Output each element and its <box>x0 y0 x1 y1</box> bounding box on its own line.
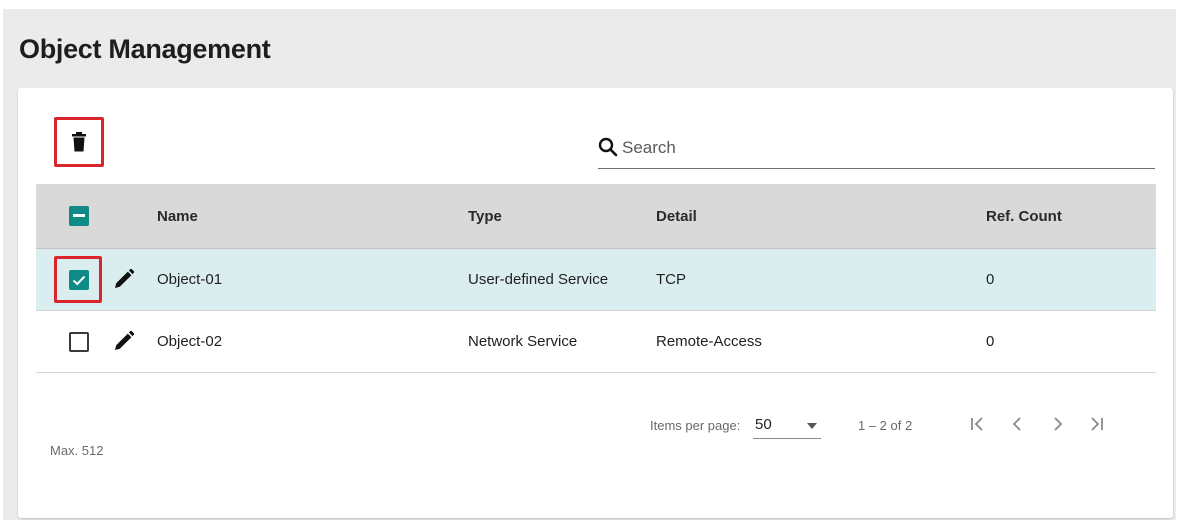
chevron-left-icon <box>1012 417 1021 431</box>
pencil-icon <box>115 268 135 288</box>
first-page-button[interactable] <box>964 410 992 438</box>
items-per-page-select[interactable]: 50 <box>753 414 821 439</box>
cell-name: Object-02 <box>157 333 223 350</box>
table-row[interactable]: Object-02 Network Service Remote-Access … <box>36 311 1156 373</box>
pagination-range: 1 – 2 of 2 <box>858 418 913 433</box>
cell-type: Network Service <box>468 333 578 350</box>
table-row[interactable]: Object-01 User-defined Service TCP 0 <box>36 249 1156 311</box>
cell-ref-count: 0 <box>986 333 995 350</box>
row-checkbox[interactable] <box>69 270 89 290</box>
search-icon <box>598 137 618 157</box>
cell-ref-count: 0 <box>986 271 995 288</box>
cell-detail: TCP <box>656 271 686 288</box>
previous-page-button[interactable] <box>1004 410 1032 438</box>
checkmark-icon <box>72 275 86 286</box>
column-header-type[interactable]: Type <box>468 184 502 248</box>
trash-icon <box>72 132 86 152</box>
edit-button[interactable] <box>112 267 136 291</box>
items-per-page-label: Items per page: <box>650 418 741 433</box>
last-page-icon <box>1091 417 1103 431</box>
chevron-right-icon <box>1054 417 1063 431</box>
row-checkbox[interactable] <box>69 332 89 352</box>
max-entries-label: Max. 512 <box>50 443 104 458</box>
search-input[interactable] <box>622 134 1142 162</box>
column-header-detail[interactable]: Detail <box>656 184 697 248</box>
column-header-name[interactable]: Name <box>157 184 198 248</box>
select-all-checkbox[interactable] <box>69 206 89 226</box>
table-header: Name Type Detail Ref. Count <box>36 184 1156 249</box>
next-page-button[interactable] <box>1043 410 1071 438</box>
object-table-card: Name Type Detail Ref. Count Object-01 Us… <box>18 88 1173 518</box>
dropdown-arrow-icon <box>807 423 817 429</box>
pencil-icon <box>115 330 135 350</box>
column-header-ref-count[interactable]: Ref. Count <box>986 184 1062 248</box>
first-page-icon <box>971 417 983 431</box>
cell-type: User-defined Service <box>468 271 609 288</box>
edit-button[interactable] <box>112 329 136 353</box>
items-per-page-value: 50 <box>755 416 772 433</box>
cell-name: Object-01 <box>157 271 223 288</box>
cell-detail: Remote-Access <box>656 333 762 350</box>
search-box <box>598 134 1155 169</box>
page-title: Object Management <box>19 34 271 64</box>
last-page-button[interactable] <box>1082 410 1110 438</box>
delete-button[interactable] <box>54 117 104 167</box>
